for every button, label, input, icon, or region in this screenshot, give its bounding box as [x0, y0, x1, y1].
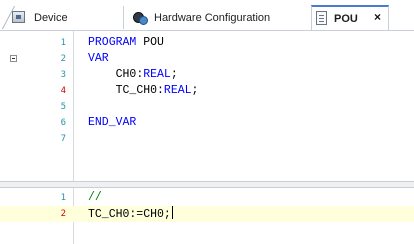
- keyword: PROGRAM: [88, 36, 137, 49]
- hardware-config-icon: [132, 10, 148, 25]
- tab-label: Device: [34, 11, 68, 24]
- code-text: END_VAR: [88, 115, 136, 131]
- line-number: 2: [60, 209, 66, 219]
- code-line: 3 CH0:REAL;: [0, 67, 414, 83]
- terminator: ;: [170, 68, 178, 81]
- keyword: VAR: [88, 52, 109, 65]
- terminator: ;: [191, 84, 199, 97]
- code-line-active: 2 TC_CH0:=CH0;: [0, 206, 414, 222]
- code-text: VAR: [88, 51, 109, 67]
- tab-pou[interactable]: POU ×: [311, 5, 389, 30]
- tab-label: POU: [334, 12, 358, 25]
- declaration-editor[interactable]: 1 PROGRAM POU 2 VAR 3 CH0:REAL; 4 TC_CH0…: [0, 31, 414, 181]
- line-number: 3: [60, 70, 66, 80]
- code-text: TC_CH0:=CH0;: [88, 206, 173, 223]
- pou-icon: [316, 11, 327, 25]
- type-keyword: REAL: [163, 84, 192, 97]
- collapse-icon[interactable]: [10, 55, 17, 62]
- line-number: 7: [60, 134, 66, 144]
- variable-name: CH0:: [115, 68, 144, 81]
- variable-name: TC_CH0:: [115, 84, 164, 97]
- line-number: 5: [60, 102, 66, 112]
- line-number: 1: [60, 38, 66, 48]
- code-line: 6 END_VAR: [0, 115, 414, 131]
- code-line: 1 //: [0, 190, 414, 206]
- code-text: CH0:REAL;: [88, 67, 178, 83]
- code-line: 7: [0, 131, 414, 147]
- line-number: 4: [60, 86, 66, 96]
- statement: TC_CH0:=CH0;: [88, 208, 171, 221]
- code-line: 1 PROGRAM POU: [0, 35, 414, 51]
- device-icon: [12, 11, 25, 23]
- code-line: 2 VAR: [0, 51, 414, 67]
- comment: //: [88, 191, 102, 204]
- tab-device[interactable]: Device: [0, 6, 124, 29]
- line-number: 2: [60, 54, 66, 64]
- tab-label: Hardware Configuration: [154, 11, 271, 24]
- text-cursor: [171, 206, 173, 219]
- implementation-editor[interactable]: 1 // 2 TC_CH0:=CH0;: [0, 188, 414, 244]
- code-line: 5: [0, 99, 414, 115]
- close-tab-button[interactable]: ×: [374, 10, 381, 24]
- editor-splitter[interactable]: [0, 181, 414, 188]
- identifier: POU: [136, 36, 164, 49]
- type-keyword: REAL: [143, 68, 171, 81]
- code-text: TC_CH0:REAL;: [88, 83, 199, 99]
- tab-hardware-configuration[interactable]: Hardware Configuration: [124, 6, 311, 29]
- code-text: PROGRAM POU: [88, 35, 164, 51]
- line-number: 6: [60, 118, 66, 128]
- keyword: END_VAR: [88, 116, 137, 129]
- code-line: 4 TC_CH0:REAL;: [0, 83, 414, 99]
- editor-tab-bar: Device Hardware Configuration POU ×: [0, 0, 414, 31]
- line-number: 1: [60, 193, 66, 203]
